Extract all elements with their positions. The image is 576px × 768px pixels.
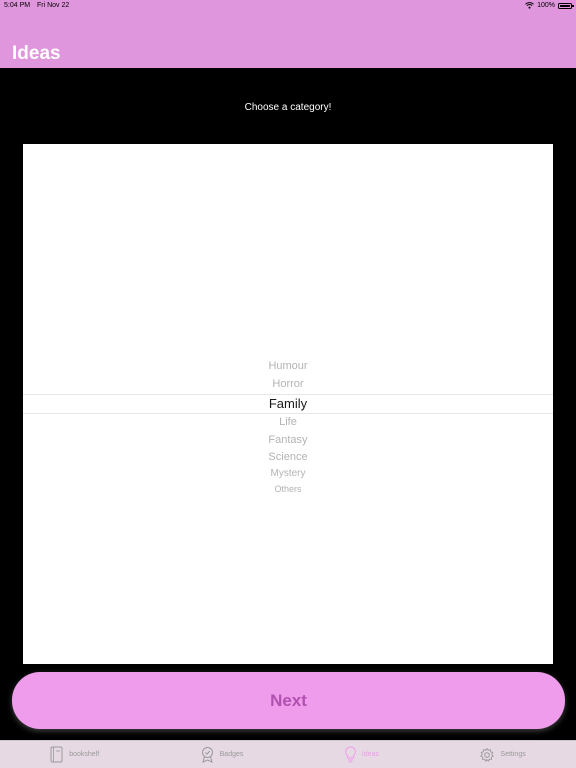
tab-bookshelf-label: bookshelf xyxy=(69,751,100,758)
tab-bar: bookshelf Badges Ideas Settings xyxy=(0,740,576,768)
next-button[interactable]: Next xyxy=(12,672,565,729)
wifi-icon xyxy=(525,2,534,9)
battery-icon xyxy=(558,2,574,9)
lightbulb-icon xyxy=(344,746,357,763)
screen: 5:04 PM Fri Nov 22 100% Ideas Choose a c… xyxy=(0,0,576,768)
status-date: Fri Nov 22 xyxy=(37,2,70,9)
picker-option[interactable]: Humour xyxy=(23,360,553,372)
picker-option[interactable]: Horror xyxy=(23,378,553,390)
badge-icon xyxy=(200,746,215,763)
battery-percentage: 100% xyxy=(537,2,555,9)
book-icon xyxy=(50,746,64,763)
tab-badges-label: Badges xyxy=(219,751,244,758)
status-indicators: 100% xyxy=(525,2,574,9)
navigation-header: 5:04 PM Fri Nov 22 100% Ideas xyxy=(0,0,576,68)
picker-option[interactable]: Science xyxy=(23,451,553,463)
gear-icon xyxy=(479,747,495,763)
picker-option[interactable]: Mystery xyxy=(23,468,553,479)
status-bar: 5:04 PM Fri Nov 22 100% xyxy=(0,0,576,13)
picker-option[interactable]: Others xyxy=(23,484,553,494)
tab-bookshelf[interactable]: bookshelf xyxy=(50,746,99,763)
tab-settings[interactable]: Settings xyxy=(479,747,526,763)
page-title: Ideas xyxy=(12,43,61,64)
picker-option[interactable]: Life xyxy=(23,416,553,428)
picker-option[interactable]: Family xyxy=(23,396,553,411)
category-picker[interactable]: Humour Horror Family Life Fantasy Science Myst… xyxy=(23,144,553,664)
tab-ideas-label: Ideas xyxy=(361,751,379,758)
category-prompt: Choose a category! xyxy=(244,102,332,113)
tab-settings-label: Settings xyxy=(500,751,526,758)
picker-option[interactable]: Fantasy xyxy=(23,434,553,446)
status-time: 5:04 PM xyxy=(4,2,31,9)
tab-ideas[interactable]: Ideas xyxy=(344,746,379,763)
tab-badges[interactable]: Badges xyxy=(200,746,244,763)
